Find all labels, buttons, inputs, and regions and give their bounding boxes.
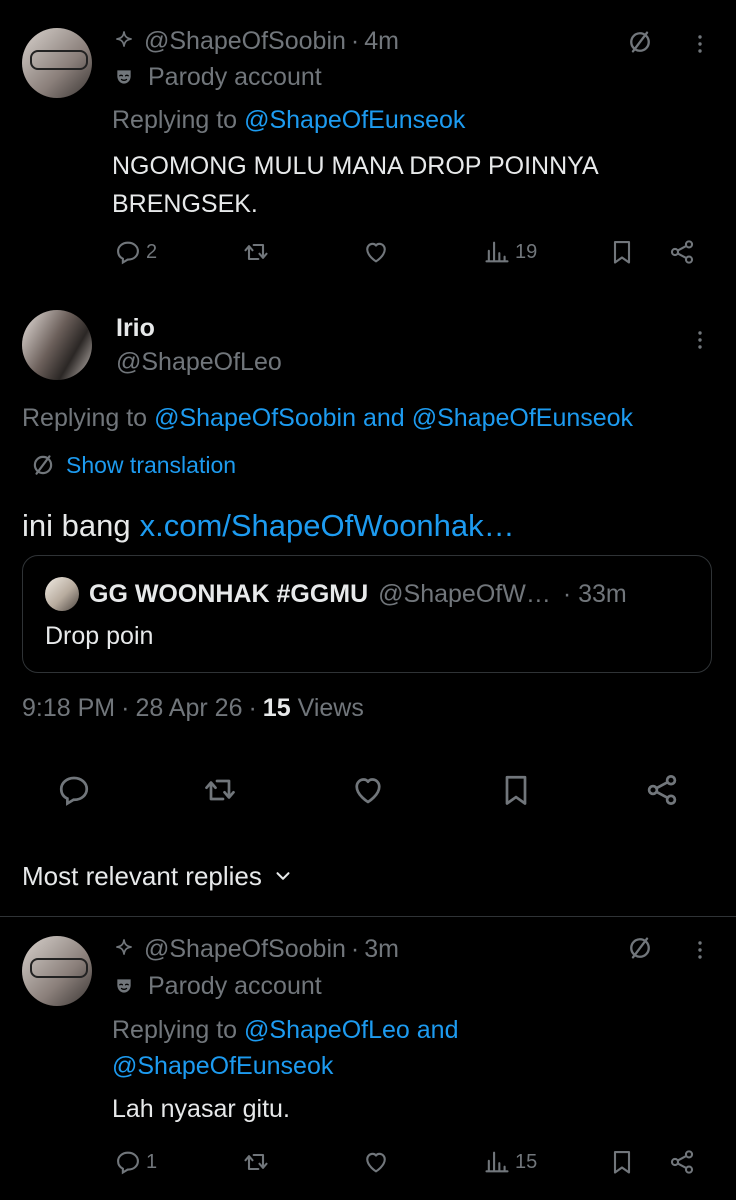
- replying-to-user[interactable]: @ShapeOfEunseok: [244, 106, 465, 135]
- show-translation-button[interactable]: Show translation: [30, 450, 236, 480]
- heart-icon: [362, 238, 390, 266]
- views-icon: [483, 238, 511, 266]
- repost-icon: [242, 1148, 270, 1176]
- timestamp[interactable]: 3m: [364, 935, 399, 964]
- quote-timestamp: · 33m: [562, 579, 627, 608]
- user-handle[interactable]: @ShapeOfSoobin: [144, 27, 346, 56]
- parody-mask-icon: [114, 976, 134, 996]
- translate-icon: [30, 452, 56, 478]
- replying-to-user-2[interactable]: @ShapeOfEunseok: [412, 404, 633, 433]
- views-button[interactable]: 19: [483, 238, 537, 266]
- quote-tweet-card[interactable]: GG WOONHAK #GGMU @ShapeOfW… · 33m Drop p…: [22, 555, 712, 673]
- replying-to-and: and: [416, 1016, 459, 1044]
- parody-mask-icon: [114, 67, 134, 87]
- avatar[interactable]: [22, 310, 92, 380]
- quote-text: Drop poin: [45, 622, 154, 650]
- user-handle[interactable]: @ShapeOfSoobin: [144, 935, 346, 964]
- sort-label: Most relevant replies: [22, 860, 262, 891]
- chevron-down-icon: [272, 865, 294, 887]
- tweet-link[interactable]: x.com/ShapeOfWoonhak…: [140, 508, 515, 544]
- replying-to-user-2[interactable]: @ShapeOfEunseok: [112, 1052, 333, 1080]
- translate-icon[interactable]: [626, 934, 654, 962]
- reply-button[interactable]: 1: [114, 1148, 157, 1176]
- replying-to-and: and: [362, 403, 405, 432]
- timestamp[interactable]: 4m: [364, 27, 399, 56]
- reply-count: 2: [146, 240, 158, 263]
- bookmark-icon: [608, 238, 636, 266]
- bookmark-button[interactable]: [498, 772, 534, 808]
- bookmark-button[interactable]: [608, 238, 636, 266]
- tweet-text: NGOMONG MULU MANA DROP POINNYA BRENGSEK.: [112, 152, 598, 218]
- reply-count: 1: [146, 1150, 158, 1173]
- share-button[interactable]: [668, 1148, 696, 1176]
- parody-label: Parody account: [148, 62, 322, 91]
- share-icon: [668, 238, 696, 266]
- sparkle-icon: [112, 937, 136, 961]
- avatar[interactable]: [22, 28, 92, 98]
- more-options-icon[interactable]: [688, 30, 712, 58]
- views-count: 19: [515, 240, 538, 263]
- post-time: 9:18 PM: [22, 693, 116, 722]
- share-button[interactable]: [668, 238, 696, 266]
- reply-button[interactable]: [56, 772, 92, 808]
- sparkle-icon: [112, 29, 136, 53]
- parody-label: Parody account: [148, 971, 322, 1000]
- views-count: 15: [515, 1150, 538, 1173]
- reply-button[interactable]: 2: [114, 238, 157, 266]
- post-date[interactable]: 28 Apr 26: [135, 694, 242, 723]
- replying-to-prefix: Replying to: [112, 105, 238, 134]
- views-icon: [483, 1148, 511, 1176]
- show-translation-label: Show translation: [66, 451, 237, 478]
- repost-button[interactable]: [202, 772, 238, 808]
- quote-avatar: [45, 577, 79, 611]
- reply-icon: [114, 238, 142, 266]
- divider: [0, 916, 736, 917]
- like-button[interactable]: [362, 238, 390, 266]
- like-button[interactable]: [362, 1148, 390, 1176]
- repost-button[interactable]: [242, 1148, 270, 1176]
- translate-icon[interactable]: [626, 28, 654, 56]
- heart-icon: [362, 1148, 390, 1176]
- more-options-icon[interactable]: [688, 936, 712, 964]
- repost-button[interactable]: [242, 238, 270, 266]
- more-options-icon[interactable]: [688, 326, 712, 354]
- display-name[interactable]: Irio: [116, 314, 155, 343]
- quote-display-name: GG WOONHAK #GGMU: [89, 579, 369, 608]
- replying-to-user-1[interactable]: @ShapeOfSoobin: [154, 404, 356, 433]
- views-label[interactable]: Views: [298, 694, 364, 723]
- views-button[interactable]: 15: [483, 1148, 537, 1176]
- replying-to-line: Replying to @ShapeOfLeo and @ShapeOfEuns…: [112, 1012, 712, 1084]
- separator-dot: ·: [350, 26, 360, 55]
- replying-to-prefix: Replying to: [112, 1016, 238, 1044]
- separator-dot: ·: [248, 693, 257, 722]
- reply-icon: [114, 1148, 142, 1176]
- tweet-text: Lah nyasar gitu.: [112, 1095, 290, 1123]
- user-handle[interactable]: @ShapeOfLeo: [116, 348, 282, 377]
- bookmark-button[interactable]: [608, 1148, 636, 1176]
- separator-dot: ·: [350, 934, 360, 963]
- replying-to-prefix: Replying to: [22, 403, 148, 432]
- share-icon: [668, 1148, 696, 1176]
- views-count: 15: [262, 693, 291, 722]
- sort-replies-dropdown[interactable]: Most relevant replies: [22, 858, 294, 894]
- separator-dot: ·: [121, 693, 130, 722]
- repost-icon: [242, 238, 270, 266]
- bookmark-icon: [608, 1148, 636, 1176]
- like-button[interactable]: [350, 772, 386, 808]
- avatar[interactable]: [22, 936, 92, 1006]
- share-button[interactable]: [644, 772, 680, 808]
- tweet-text: ini bang: [22, 508, 131, 543]
- replying-to-user-1[interactable]: @ShapeOfLeo: [244, 1016, 410, 1044]
- quote-handle: @ShapeOfW…: [378, 579, 551, 608]
